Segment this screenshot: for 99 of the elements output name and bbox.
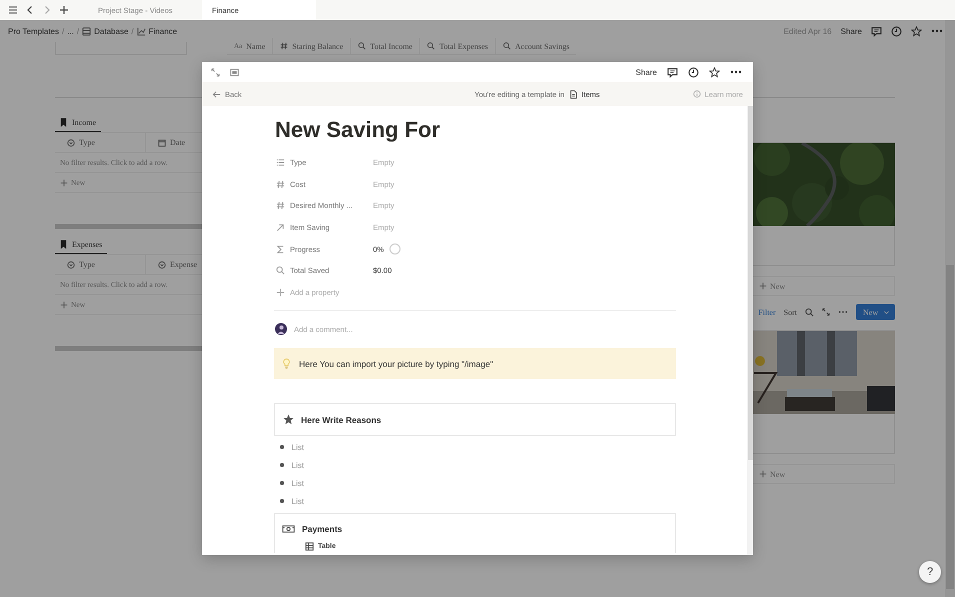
- lightbulb-icon: [282, 358, 291, 370]
- breadcrumb-item[interactable]: Database: [82, 26, 128, 36]
- list-item[interactable]: List: [292, 496, 304, 506]
- clock-icon[interactable]: [891, 26, 902, 36]
- search-icon: [276, 266, 285, 276]
- column-title: Date: [170, 138, 186, 147]
- hash-icon: [276, 180, 285, 189]
- column-title: Type: [79, 260, 95, 269]
- document-icon: [569, 90, 578, 98]
- select-icon: [67, 138, 75, 146]
- search-icon[interactable]: [805, 308, 814, 316]
- column-header[interactable]: Type: [55, 255, 146, 274]
- gallery-card[interactable]: [752, 330, 895, 454]
- database-icon: [82, 26, 92, 36]
- bookmark-icon: [60, 118, 67, 127]
- more-icon[interactable]: [838, 310, 848, 314]
- breadcrumb-item[interactable]: Finance: [136, 26, 178, 36]
- bullet: [280, 463, 284, 467]
- filter-button[interactable]: Filter: [758, 308, 776, 316]
- list-item[interactable]: List: [292, 442, 304, 452]
- info-icon: [692, 90, 701, 98]
- block-title: Payments: [302, 524, 342, 534]
- more-icon[interactable]: [730, 70, 742, 74]
- progress-ring: [388, 243, 401, 256]
- column-header[interactable]: Account Savings: [496, 38, 576, 54]
- clock-icon[interactable]: [688, 66, 699, 78]
- hash-icon: [276, 201, 285, 210]
- page-title[interactable]: New Saving For: [274, 112, 677, 148]
- column-title: Total Income: [370, 42, 412, 50]
- bullet: [280, 499, 284, 503]
- arrow-icon: [276, 223, 285, 232]
- column-header[interactable]: Total Income: [351, 38, 420, 54]
- list-icon: [276, 158, 285, 168]
- new-card-button[interactable]: New: [752, 276, 895, 296]
- view-tab[interactable]: Expenses: [55, 240, 108, 254]
- new-button[interactable]: New: [856, 304, 895, 320]
- list-item[interactable]: List: [292, 460, 304, 470]
- breadcrumb-separator: /: [131, 26, 134, 36]
- comment-icon[interactable]: [871, 26, 882, 36]
- heading-text: Here Write Reasons: [301, 414, 382, 425]
- breadcrumb-item[interactable]: Pro Templates: [8, 26, 59, 36]
- callout-text: Here You can import your picture by typing "/image": [299, 358, 494, 369]
- new-card-button[interactable]: New: [752, 464, 895, 484]
- column-header[interactable]: Staring Balance: [273, 38, 352, 54]
- select-icon: [158, 260, 166, 268]
- peek-mode-icon[interactable]: [230, 68, 239, 76]
- search-icon: [427, 42, 436, 50]
- plus-icon: [759, 470, 767, 478]
- help-button[interactable]: ?: [919, 561, 941, 583]
- search-icon: [358, 42, 366, 50]
- plus-icon: [759, 282, 767, 290]
- edited-label: Edited Apr 16: [784, 26, 832, 36]
- share-button[interactable]: Share: [636, 68, 657, 76]
- star-icon[interactable]: [911, 26, 922, 36]
- plus-icon: [60, 300, 68, 308]
- sort-button[interactable]: Sort: [784, 308, 797, 316]
- menu-icon[interactable]: [8, 5, 18, 15]
- column-title: Type: [79, 138, 95, 147]
- scrollbar[interactable]: [747, 106, 753, 555]
- bullet: [280, 481, 284, 485]
- column-header[interactable]: Type: [55, 133, 146, 152]
- plus-icon[interactable]: [59, 5, 69, 15]
- star-icon[interactable]: [709, 66, 720, 78]
- search-icon: [503, 42, 512, 50]
- gallery-card[interactable]: [752, 142, 895, 266]
- view-tab[interactable]: Income: [55, 118, 101, 132]
- column-header[interactable]: Total Expenses: [420, 38, 496, 54]
- calendar-icon: [158, 138, 166, 146]
- comment-icon[interactable]: [667, 66, 678, 78]
- hash-icon: [280, 42, 288, 50]
- table-icon: [305, 542, 314, 552]
- expand-icon[interactable]: [822, 308, 830, 316]
- plus-icon: [60, 178, 68, 186]
- column-title: Total Expenses: [439, 42, 488, 50]
- column-title: Name: [246, 42, 266, 50]
- list-item[interactable]: List: [292, 478, 304, 488]
- breadcrumb-item[interactable]: ...: [67, 26, 74, 36]
- plus-icon: [276, 288, 285, 297]
- expand-icon[interactable]: [211, 68, 220, 76]
- bullet: [280, 445, 284, 449]
- select-icon: [67, 260, 75, 268]
- callout[interactable]: Here You can import your picture by typing "/image": [274, 348, 676, 380]
- chart-icon: [136, 26, 146, 36]
- chevron-down-icon: [883, 308, 890, 316]
- column-title: Expense: [170, 260, 198, 269]
- heading-block[interactable]: Here Write Reasons: [274, 403, 676, 436]
- column-title: Staring Balance: [292, 42, 344, 50]
- avatar: [275, 323, 287, 336]
- more-icon[interactable]: [931, 29, 943, 33]
- breadcrumb-separator: /: [76, 26, 80, 36]
- money-icon: [282, 525, 295, 534]
- breadcrumb-separator: /: [62, 26, 64, 36]
- column-title: Account Savings: [515, 42, 570, 50]
- bookmark-icon: [60, 240, 67, 249]
- share-button[interactable]: Share: [840, 26, 862, 36]
- back-arrow-icon: [212, 90, 221, 98]
- sigma-icon: [276, 244, 285, 254]
- scrollbar[interactable]: [945, 20, 955, 597]
- star-icon: [283, 414, 294, 426]
